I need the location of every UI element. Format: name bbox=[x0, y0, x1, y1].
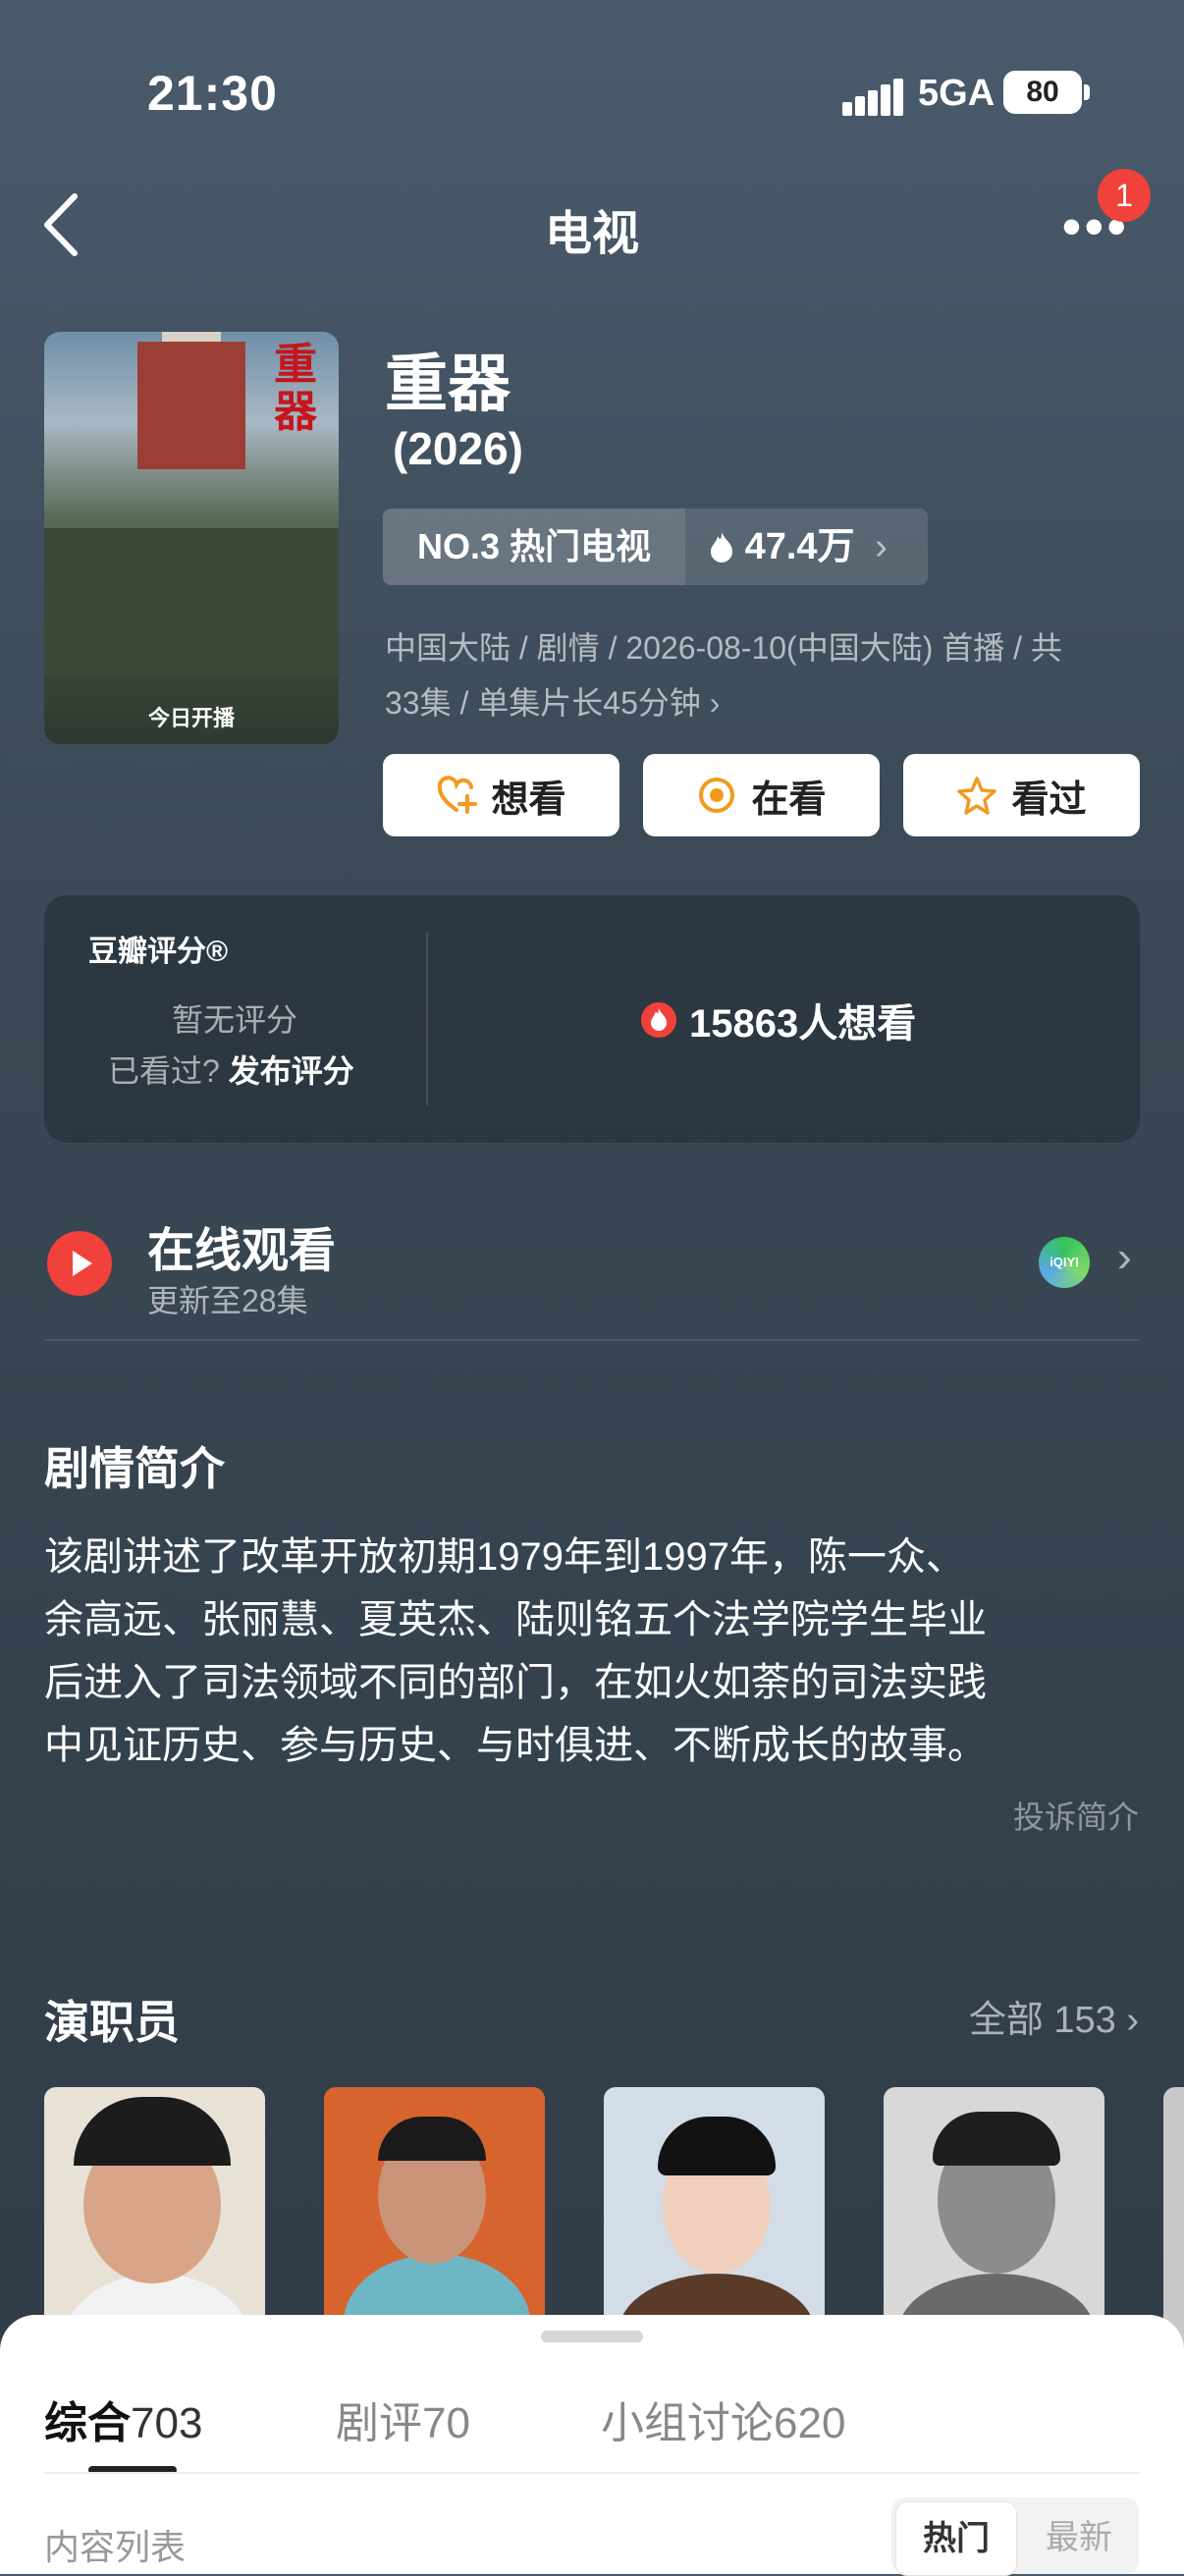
status-time: 21:30 bbox=[147, 66, 278, 121]
battery-tip bbox=[1084, 84, 1090, 100]
cast-title: 演职员 bbox=[44, 1997, 180, 2048]
synopsis-text: 该剧讲述了改革开放初期1979年到1997年，陈一众、 余高远、张丽慧、夏英杰、… bbox=[44, 1535, 987, 1767]
divider bbox=[44, 1339, 1140, 1341]
drag-handle[interactable] bbox=[541, 2331, 643, 2342]
rank-label[interactable]: NO.3 热门电视 bbox=[383, 509, 685, 585]
report-synopsis-link[interactable]: 投诉简介 bbox=[1013, 1793, 1139, 1838]
tab-group-discussion[interactable]: 小组讨论620 bbox=[601, 2388, 845, 2450]
want-to-watch-button[interactable]: 想看 bbox=[383, 754, 619, 836]
play-icon[interactable] bbox=[47, 1231, 112, 1296]
poster-caption: 今日开播 bbox=[147, 706, 235, 730]
page-title: 电视 bbox=[544, 208, 639, 260]
divider bbox=[426, 933, 428, 1105]
chevron-right-icon[interactable]: › bbox=[1117, 1233, 1132, 1282]
divider bbox=[44, 2472, 1140, 2474]
douban-rating-label: 豆瓣评分® bbox=[88, 936, 229, 968]
chevron-right-icon: › bbox=[875, 526, 888, 567]
signal-icon bbox=[842, 79, 903, 116]
tab-overview[interactable]: 综合703 bbox=[44, 2388, 202, 2450]
movie-year: (2026) bbox=[393, 423, 523, 474]
sort-new-button[interactable]: 最新 bbox=[1021, 2501, 1137, 2574]
want-count: 15863人想看 bbox=[640, 992, 916, 1048]
flame-icon bbox=[711, 532, 732, 563]
heart-plus-icon bbox=[438, 776, 478, 814]
watching-button[interactable]: 在看 bbox=[643, 754, 880, 836]
update-status: 更新至28集 bbox=[147, 1283, 308, 1318]
iqiyi-logo-icon[interactable]: iQIYI bbox=[1039, 1237, 1090, 1288]
publish-rating[interactable]: 已看过? 发布评分 bbox=[108, 1046, 354, 1092]
star-icon bbox=[957, 777, 997, 815]
heat-value[interactable]: 47.4万 › bbox=[709, 509, 888, 585]
movie-title: 重器 bbox=[385, 349, 511, 419]
target-icon bbox=[699, 778, 735, 813]
chevron-right-icon: › bbox=[700, 685, 721, 721]
all-cast-link[interactable]: 全部 153 › bbox=[969, 1989, 1139, 2043]
no-score-text: 暂无评分 bbox=[172, 1002, 298, 1038]
watched-button[interactable]: 看过 bbox=[903, 754, 1140, 836]
network-label: 5GA bbox=[918, 73, 996, 114]
poster-image[interactable]: 重器 今日开播 bbox=[44, 332, 339, 744]
sort-hot-button[interactable]: 热门 bbox=[895, 2501, 1017, 2576]
movie-meta[interactable]: 中国大陆 / 剧情 / 2026-08-10(中国大陆) 首播 / 共 33集 … bbox=[385, 620, 1131, 730]
notification-badge: 1 bbox=[1098, 169, 1151, 222]
synopsis-title: 剧情简介 bbox=[44, 1443, 225, 1494]
battery-icon: 80 bbox=[1003, 71, 1082, 114]
tab-reviews[interactable]: 剧评70 bbox=[336, 2388, 470, 2450]
content-list-label: 内容列表 bbox=[44, 2527, 187, 2567]
flame-badge-icon bbox=[641, 1002, 676, 1038]
online-watch-title[interactable]: 在线观看 bbox=[147, 1211, 336, 1280]
poster-title: 重器 bbox=[274, 341, 317, 436]
